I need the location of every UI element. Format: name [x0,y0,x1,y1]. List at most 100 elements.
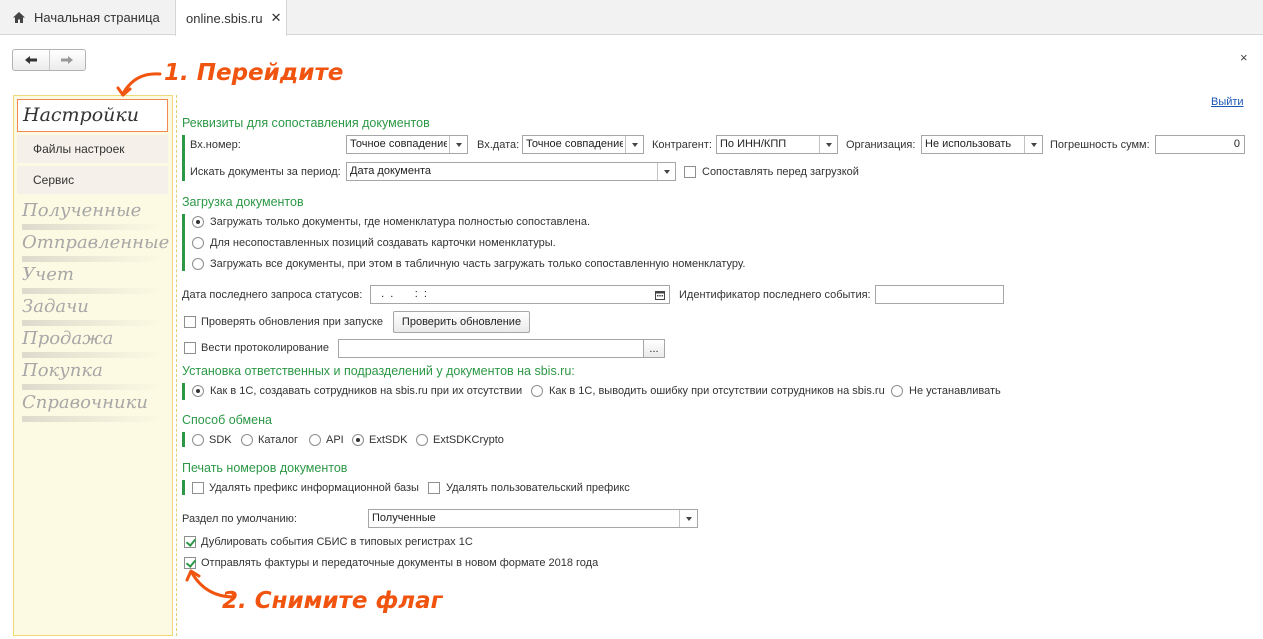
loading-option-2-radio[interactable] [192,237,204,249]
chevron-down-icon[interactable] [449,136,467,153]
loading-option-3-radio[interactable] [192,258,204,270]
chevron-down-icon[interactable] [679,510,697,527]
responsible-option-1-radio[interactable] [192,385,204,397]
loading-option-3-label: Загружать все документы, при этом в табл… [210,258,746,270]
last-request-label: Дата последнего запроса статусов: [182,289,363,301]
in-number-label: Вх.номер: [190,139,241,151]
sidebar-item-tasks[interactable]: Задачи [22,296,162,326]
exchange-sdk-label: SDK [209,434,232,446]
period-value: Дата документа [350,165,432,177]
contractor-select[interactable]: По ИНН/КПП [716,135,838,154]
exchange-catalog-label: Каталог [258,434,298,446]
organization-select[interactable]: Не использовать [921,135,1043,154]
exchange-extsdk-radio[interactable] [352,434,364,446]
annotation-arrow-1 [116,72,162,97]
exchange-bar [182,432,185,447]
last-event-input[interactable] [875,285,1004,304]
default-section-label: Раздел по умолчанию: [182,513,297,525]
period-label: Искать документы за период: [190,166,341,178]
last-request-value: . . : : [375,288,427,300]
last-request-input[interactable]: . . : : [370,285,670,304]
sidebar-subitem-settings-files[interactable]: Файлы настроек [17,135,168,163]
annotation-step-2: 2. Снимите флаг [222,588,443,614]
exchange-api-label: API [326,434,344,446]
forward-button[interactable] [48,50,86,70]
logging-checkbox[interactable] [184,342,196,354]
back-button[interactable] [13,50,49,70]
exchange-sdk-radio[interactable] [192,434,204,446]
close-tab-icon[interactable]: ✕ [271,10,282,26]
sidebar-divider [176,95,177,636]
chevron-down-icon[interactable] [657,163,675,180]
loading-bar [182,214,185,271]
sidebar-item-settings[interactable]: Настройки [17,99,168,132]
responsible-option-1-label: Как в 1С, создавать сотрудников на sbis.… [210,385,523,397]
duplicate-events-label: Дублировать события СБИС в типовых регис… [201,536,473,548]
in-date-select[interactable]: Точное совпадение [522,135,644,154]
sum-error-input[interactable]: 0 [1155,135,1245,154]
remove-infobase-prefix-label: Удалять префикс информационной базы [209,482,419,494]
arrow-right-icon [61,56,74,64]
calendar-icon[interactable] [651,286,669,303]
sum-error-value: 0 [1233,138,1240,150]
sum-error-label: Погрешность сумм: [1050,139,1150,151]
close-window-icon[interactable]: × [1240,50,1248,65]
history-nav [12,49,86,71]
sidebar-item-purchase[interactable]: Покупка [22,360,162,390]
check-updates-checkbox[interactable] [184,316,196,328]
requisites-bar [182,135,185,181]
loading-option-1-radio[interactable] [192,216,204,228]
tab-home-label: Начальная страница [34,10,160,25]
chevron-down-icon[interactable] [819,136,837,153]
sidebar-item-sent[interactable]: Отправленные [22,232,169,262]
tab-home[interactable]: Начальная страница [0,0,174,35]
responsible-bar [182,383,185,400]
default-section-value: Полученные [372,512,436,524]
exchange-extsdkcrypto-label: ExtSDKCrypto [433,434,504,446]
in-date-value: Точное совпадение [526,138,623,150]
chevron-down-icon[interactable] [625,136,643,153]
loading-heading: Загрузка документов [182,195,304,209]
remove-user-prefix-label: Удалять пользовательский префикс [446,482,630,494]
sidebar-subitem-service[interactable]: Сервис [17,166,168,194]
logging-path-input[interactable] [338,339,644,358]
organization-label: Организация: [846,139,916,151]
home-icon [13,12,25,23]
default-section-select[interactable]: Полученные [368,509,698,528]
duplicate-events-checkbox[interactable] [184,536,196,548]
arrow-left-icon [24,56,37,64]
in-number-select[interactable]: Точное совпадение [346,135,468,154]
browse-button[interactable]: ... [643,339,665,358]
organization-value: Не использовать [925,138,1012,150]
exchange-extsdk-label: ExtSDK [369,434,408,446]
tab-online-sbis[interactable]: online.sbis.ru ✕ [175,0,287,36]
loading-option-2-label: Для несопоставленных позиций создавать к… [210,237,556,249]
compare-before-checkbox[interactable] [684,166,696,178]
loading-option-1-label: Загружать только документы, где номенкла… [210,216,591,228]
logging-label: Вести протоколирование [201,342,329,354]
tab-active-label: online.sbis.ru [186,10,263,26]
exchange-catalog-radio[interactable] [241,434,253,446]
exit-link[interactable]: Выйти [1211,96,1244,108]
responsible-option-2-radio[interactable] [531,385,543,397]
in-number-value: Точное совпадение [350,138,447,150]
sidebar-item-accounting[interactable]: Учет [22,264,162,294]
sidebar-item-received[interactable]: Полученные [22,200,163,230]
responsible-option-3-radio[interactable] [891,385,903,397]
period-select[interactable]: Дата документа [346,162,676,181]
check-update-button[interactable]: Проверить обновление [393,311,530,333]
remove-infobase-prefix-checkbox[interactable] [192,482,204,494]
send-invoices-label: Отправлять фактуры и передаточные докуме… [201,557,599,569]
exchange-extsdkcrypto-radio[interactable] [416,434,428,446]
chevron-down-icon[interactable] [1024,136,1042,153]
contractor-label: Контрагент: [652,139,712,151]
tab-bar: Начальная страница online.sbis.ru ✕ [0,0,1263,36]
annotation-step-1: 1. Перейдите [164,60,344,86]
sidebar-item-sales[interactable]: Продажа [22,328,163,358]
exchange-api-radio[interactable] [309,434,321,446]
print-numbers-bar [182,480,185,495]
responsible-heading: Установка ответственных и подразделений … [182,364,575,378]
sidebar-item-references[interactable]: Справочники [22,392,162,422]
print-numbers-heading: Печать номеров документов [182,461,348,475]
remove-user-prefix-checkbox[interactable] [428,482,440,494]
